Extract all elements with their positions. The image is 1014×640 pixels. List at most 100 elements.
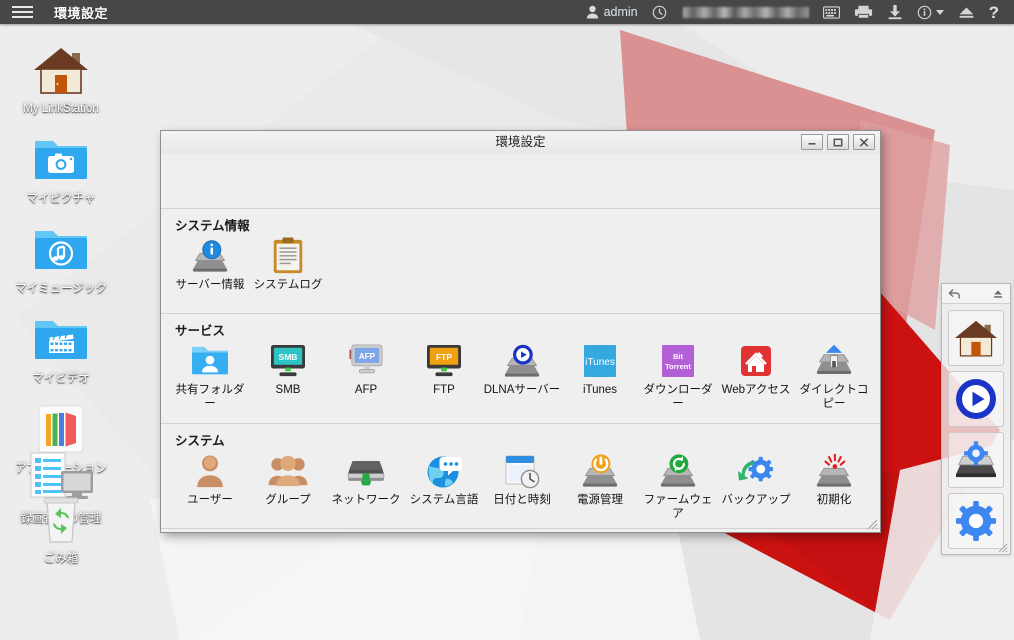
svg-text:AFP: AFP — [359, 352, 376, 361]
shared-folder-icon — [190, 341, 230, 381]
app-label: DLNAサーバー — [483, 384, 561, 396]
app-smb[interactable]: SMB SMB — [249, 341, 327, 398]
dock-home-button[interactable] — [948, 310, 1004, 366]
app-users[interactable]: ユーザー — [171, 451, 249, 508]
app-backup[interactable]: バックアップ — [717, 451, 795, 508]
keyboard-icon[interactable] — [816, 0, 847, 24]
afp-monitor-icon: AFP — [346, 341, 386, 381]
app-shared-folder[interactable]: 共有フォルダー — [171, 341, 249, 411]
section-items: 共有フォルダー SMB SMB AFP AFP FTP FTP DLNAサーバー… — [161, 341, 880, 411]
dialog-resize-handle[interactable] — [865, 517, 878, 530]
app-label: 電源管理 — [577, 494, 623, 506]
dock-nas-settings-button[interactable] — [948, 432, 1004, 488]
right-dock-panel — [941, 283, 1011, 555]
help-label: ? — [988, 2, 999, 22]
dock-media-button[interactable] — [948, 371, 1004, 427]
desktop-icon-my-video[interactable]: マイビデオ — [0, 310, 122, 386]
svg-text:Bit: Bit — [673, 352, 684, 361]
app-system-log[interactable]: システムログ — [249, 236, 327, 293]
app-afp[interactable]: AFP AFP — [327, 341, 405, 398]
dialog-title-bar[interactable]: 環境設定 — [161, 131, 880, 154]
dock-resize-handle[interactable] — [996, 540, 1008, 553]
music-folder-icon — [31, 220, 91, 280]
maximize-button[interactable] — [827, 134, 849, 150]
user-menu[interactable]: admin — [579, 0, 645, 24]
hamburger-menu-icon[interactable] — [0, 0, 44, 24]
app-downloader[interactable]: Bit Torrent ダウンローダー — [639, 341, 717, 411]
svg-text:SMB: SMB — [279, 352, 298, 362]
bittorrent-icon: Bit Torrent — [658, 341, 698, 381]
app-power-management[interactable]: 電源管理 — [561, 451, 639, 508]
desktop-icon-my-linkstation[interactable]: My LinkStation — [0, 40, 122, 116]
server-info-icon — [190, 236, 230, 276]
gear-icon — [955, 500, 997, 542]
power-management-icon — [580, 451, 620, 491]
section-title: サービス — [175, 324, 226, 338]
section-system-info: システム情報 サーバー情報 システムログ — [161, 209, 880, 314]
section-system: システム ユーザー グループ ネットワーク システム言語 日付と時刻 電源管理 … — [161, 424, 880, 529]
app-server-info[interactable]: サーバー情報 — [171, 236, 249, 293]
app-initialize[interactable]: 初期化 — [795, 451, 873, 508]
desktop-icon-label: My LinkStation — [23, 103, 99, 115]
app-label: ダウンローダー — [643, 384, 713, 410]
app-label: AFP — [354, 384, 378, 396]
desktop-icon-trash[interactable]: ごみ箱 — [0, 490, 122, 566]
firmware-icon — [658, 451, 698, 491]
app-label: ファームウェア — [643, 494, 713, 520]
section-title: システム情報 — [175, 219, 250, 233]
section-items: ユーザー グループ ネットワーク システム言語 日付と時刻 電源管理 ファームウ… — [161, 451, 880, 521]
direct-copy-icon — [814, 341, 854, 381]
clock-button[interactable] — [645, 0, 674, 24]
app-system-language[interactable]: システム言語 — [405, 451, 483, 508]
user-icon — [190, 451, 230, 491]
svg-text:Torrent: Torrent — [665, 362, 691, 371]
printer-icon[interactable] — [847, 0, 880, 24]
picture-folder-icon — [31, 130, 91, 190]
minimize-button[interactable] — [801, 134, 823, 150]
desktop-icon-label: マイビデオ — [32, 373, 90, 385]
topbar-actions: admin ? — [579, 0, 1014, 24]
app-label: ユーザー — [187, 494, 233, 506]
app-groups[interactable]: グループ — [249, 451, 327, 508]
download-icon[interactable] — [880, 0, 910, 24]
desktop-icon-column: My LinkStation マイピクチャ マイミュージック マイビデオ ごみ箱 — [0, 24, 122, 566]
app-label: システム言語 — [409, 494, 479, 506]
app-ftp[interactable]: FTP FTP — [405, 341, 483, 398]
back-arrow-icon[interactable] — [948, 288, 961, 300]
app-itunes[interactable]: iTunes iTunes — [561, 341, 639, 398]
app-direct-copy[interactable]: ダイレクトコピー — [795, 341, 873, 411]
dialog-toolbar-area — [161, 154, 880, 209]
page-title: 環境設定 — [54, 5, 109, 21]
eject-icon[interactable] — [951, 0, 982, 24]
help-icon[interactable]: ? — [982, 0, 1006, 24]
dialog-title: 環境設定 — [495, 135, 546, 149]
web-access-icon — [736, 341, 776, 381]
app-label: 初期化 — [816, 494, 852, 506]
app-network[interactable]: ネットワーク — [327, 451, 405, 508]
user-name-label: admin — [603, 5, 638, 19]
dock-body — [942, 304, 1010, 549]
house-icon — [31, 40, 91, 100]
collapse-arrow-icon[interactable] — [992, 288, 1004, 300]
video-folder-icon — [31, 310, 91, 370]
app-label: 共有フォルダー — [175, 384, 245, 410]
network-icon — [346, 451, 386, 491]
app-label: グループ — [265, 494, 311, 506]
close-button[interactable] — [853, 134, 875, 150]
app-firmware[interactable]: ファームウェア — [639, 451, 717, 521]
play-circle-icon — [954, 377, 998, 421]
dlna-server-icon — [502, 341, 542, 381]
desktop-icon-label: マイミュージック — [15, 283, 107, 295]
info-icon[interactable] — [910, 0, 951, 24]
app-date-time[interactable]: 日付と時刻 — [483, 451, 561, 508]
trash-icon — [31, 490, 91, 550]
app-label: iTunes — [582, 384, 618, 396]
desktop-icon-my-music[interactable]: マイミュージック — [0, 220, 122, 296]
dock-header — [942, 284, 1010, 304]
masked-server-text — [674, 0, 816, 24]
section-items: サーバー情報 システムログ — [161, 236, 880, 293]
house-icon — [953, 317, 999, 359]
desktop-icon-my-pictures[interactable]: マイピクチャ — [0, 130, 122, 206]
app-dlna-server[interactable]: DLNAサーバー — [483, 341, 561, 398]
app-web-access[interactable]: Webアクセス — [717, 341, 795, 398]
